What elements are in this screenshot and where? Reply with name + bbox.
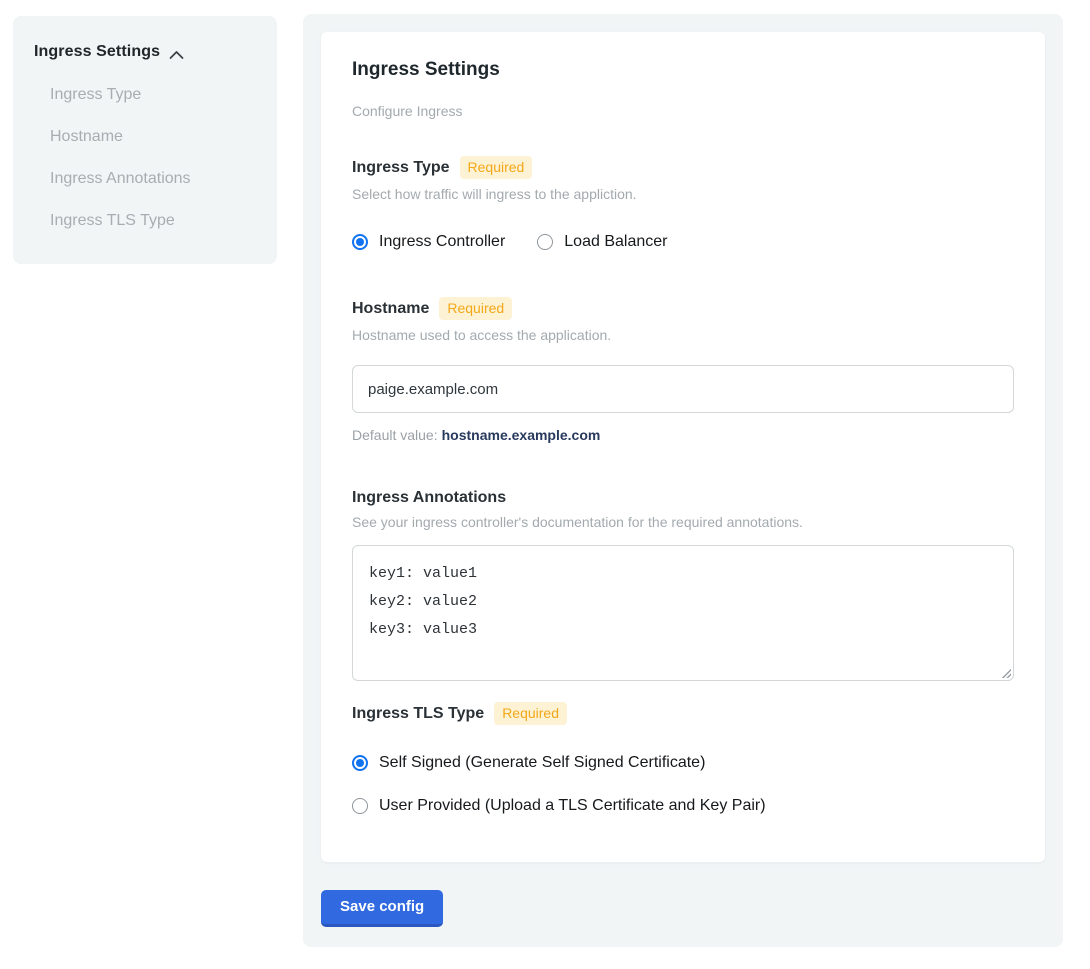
radio-unselected-icon[interactable] bbox=[352, 798, 368, 814]
radio-option-self-signed[interactable]: Self Signed (Generate Self Signed Certif… bbox=[352, 754, 1014, 772]
default-value-text: hostname.example.com bbox=[442, 427, 601, 443]
settings-sidebar: Ingress Settings Ingress Type Hostname I… bbox=[13, 16, 277, 264]
ingress-annotations-help: See your ingress controller's documentat… bbox=[352, 514, 1014, 530]
section-ingress-type: Ingress Type Required Select how traffic… bbox=[352, 156, 1014, 251]
ingress-type-help: Select how traffic will ingress to the a… bbox=[352, 186, 1014, 202]
radio-label: Load Balancer bbox=[564, 233, 667, 251]
page-title: Ingress Settings bbox=[352, 59, 1014, 81]
required-badge: Required bbox=[439, 297, 512, 320]
radio-option-ingress-controller[interactable]: Ingress Controller bbox=[352, 233, 505, 251]
section-hostname: Hostname Required Hostname used to acces… bbox=[352, 297, 1014, 443]
save-config-button[interactable]: Save config bbox=[321, 890, 443, 927]
sidebar-group-ingress-settings[interactable]: Ingress Settings bbox=[34, 43, 259, 61]
radio-selected-icon[interactable] bbox=[352, 755, 368, 771]
page-subtitle: Configure Ingress bbox=[352, 103, 1014, 119]
sidebar-nav: Ingress Type Hostname Ingress Annotation… bbox=[34, 87, 259, 229]
sidebar-item-ingress-tls-type[interactable]: Ingress TLS Type bbox=[50, 213, 259, 229]
radio-selected-icon[interactable] bbox=[352, 234, 368, 250]
hostname-default-row: Default value:hostname.example.com bbox=[352, 427, 1014, 443]
radio-option-user-provided[interactable]: User Provided (Upload a TLS Certificate … bbox=[352, 797, 1014, 815]
ingress-settings-card: Ingress Settings Configure Ingress Ingre… bbox=[321, 32, 1045, 862]
radio-label: Ingress Controller bbox=[379, 233, 505, 251]
hostname-input[interactable] bbox=[352, 365, 1014, 413]
default-value-prefix: Default value: bbox=[352, 427, 438, 443]
hostname-help: Hostname used to access the application. bbox=[352, 327, 1014, 343]
sidebar-item-hostname[interactable]: Hostname bbox=[50, 129, 259, 145]
radio-unselected-icon[interactable] bbox=[537, 234, 553, 250]
ingress-type-label: Ingress Type bbox=[352, 159, 450, 177]
radio-label: User Provided (Upload a TLS Certificate … bbox=[379, 797, 766, 815]
sidebar-group-title: Ingress Settings bbox=[34, 43, 160, 61]
ingress-annotations-label: Ingress Annotations bbox=[352, 489, 506, 507]
chevron-up-icon[interactable] bbox=[169, 47, 184, 57]
required-badge: Required bbox=[494, 702, 567, 725]
section-ingress-tls-type: Ingress TLS Type Required Self Signed (G… bbox=[352, 702, 1014, 815]
ingress-annotations-textarea[interactable]: key1: value1 key2: value2 key3: value3 bbox=[352, 545, 1014, 681]
ingress-type-radio-group: Ingress Controller Load Balancer bbox=[352, 233, 1014, 251]
sidebar-item-ingress-annotations[interactable]: Ingress Annotations bbox=[50, 171, 259, 187]
section-ingress-annotations: Ingress Annotations See your ingress con… bbox=[352, 489, 1014, 681]
ingress-tls-type-label: Ingress TLS Type bbox=[352, 705, 484, 723]
config-panel: Ingress Settings Configure Ingress Ingre… bbox=[303, 14, 1063, 947]
radio-label: Self Signed (Generate Self Signed Certif… bbox=[379, 754, 705, 772]
hostname-label: Hostname bbox=[352, 300, 429, 318]
radio-option-load-balancer[interactable]: Load Balancer bbox=[537, 233, 667, 251]
sidebar-item-ingress-type[interactable]: Ingress Type bbox=[50, 87, 259, 103]
required-badge: Required bbox=[460, 156, 533, 179]
ingress-tls-radio-group: Self Signed (Generate Self Signed Certif… bbox=[352, 754, 1014, 815]
